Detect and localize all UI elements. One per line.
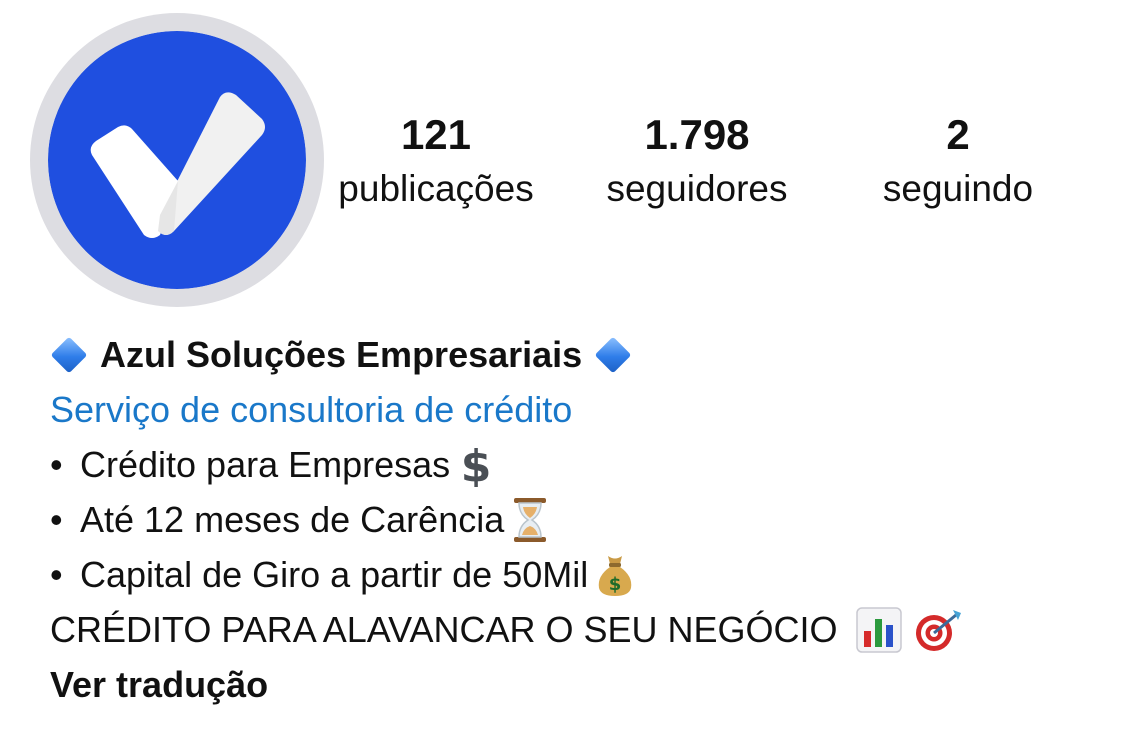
stat-followers[interactable]: 1.798 seguidores xyxy=(582,110,812,218)
posts-label: publicações xyxy=(338,168,534,209)
following-label: seguindo xyxy=(882,168,1034,209)
stat-posts[interactable]: 121 publicações xyxy=(316,110,556,218)
bullet-glyph: • xyxy=(50,554,63,595)
blue-checkmark-icon xyxy=(48,31,306,289)
svg-text:$: $ xyxy=(461,443,492,487)
hourglass-icon xyxy=(510,496,550,544)
see-translation-link[interactable]: Ver tradução xyxy=(50,657,1110,712)
avatar[interactable] xyxy=(48,31,306,289)
blue-diamond-icon xyxy=(594,336,632,373)
stat-following[interactable]: 2 seguindo xyxy=(848,110,1068,218)
followers-label: seguidores xyxy=(606,168,788,209)
svg-text:$: $ xyxy=(609,574,622,595)
target-icon xyxy=(912,607,964,653)
bio-headline: CRÉDITO PARA ALAVANCAR O SEU NEGÓCIO xyxy=(50,609,838,650)
bio-bullet-text: Capital de Giro a partir de 50Mil xyxy=(80,554,589,595)
profile-name-row: Azul Soluções Empresariais xyxy=(50,327,1110,382)
bullet-glyph: • xyxy=(50,444,63,485)
profile-bio: Azul Soluções Empresariais Serviço de co… xyxy=(50,327,1110,712)
bar-chart-icon xyxy=(855,606,902,653)
bio-bullet-text: Até 12 meses de Carência xyxy=(80,499,505,540)
bio-bullet-line: • Crédito para Empresas $ xyxy=(50,437,1110,492)
bio-headline-row: CRÉDITO PARA ALAVANCAR O SEU NEGÓCIO xyxy=(50,602,1110,657)
dollar-sign-icon: $ xyxy=(456,443,496,487)
blue-diamond-icon xyxy=(50,336,88,373)
posts-count: 121 xyxy=(400,111,472,158)
money-bag-icon: $ xyxy=(594,552,636,598)
profile-name: Azul Soluções Empresariais xyxy=(100,334,583,375)
bullet-glyph: • xyxy=(50,499,63,540)
profile-category[interactable]: Serviço de consultoria de crédito xyxy=(50,382,1110,437)
followers-count: 1.798 xyxy=(644,111,750,158)
bio-bullet-line: • Até 12 meses de Carência xyxy=(50,492,1110,547)
bio-bullet-line: • Capital de Giro a partir de 50Mil $ xyxy=(50,547,1110,602)
following-count: 2 xyxy=(946,111,970,158)
bio-bullet-text: Crédito para Empresas xyxy=(80,444,451,485)
